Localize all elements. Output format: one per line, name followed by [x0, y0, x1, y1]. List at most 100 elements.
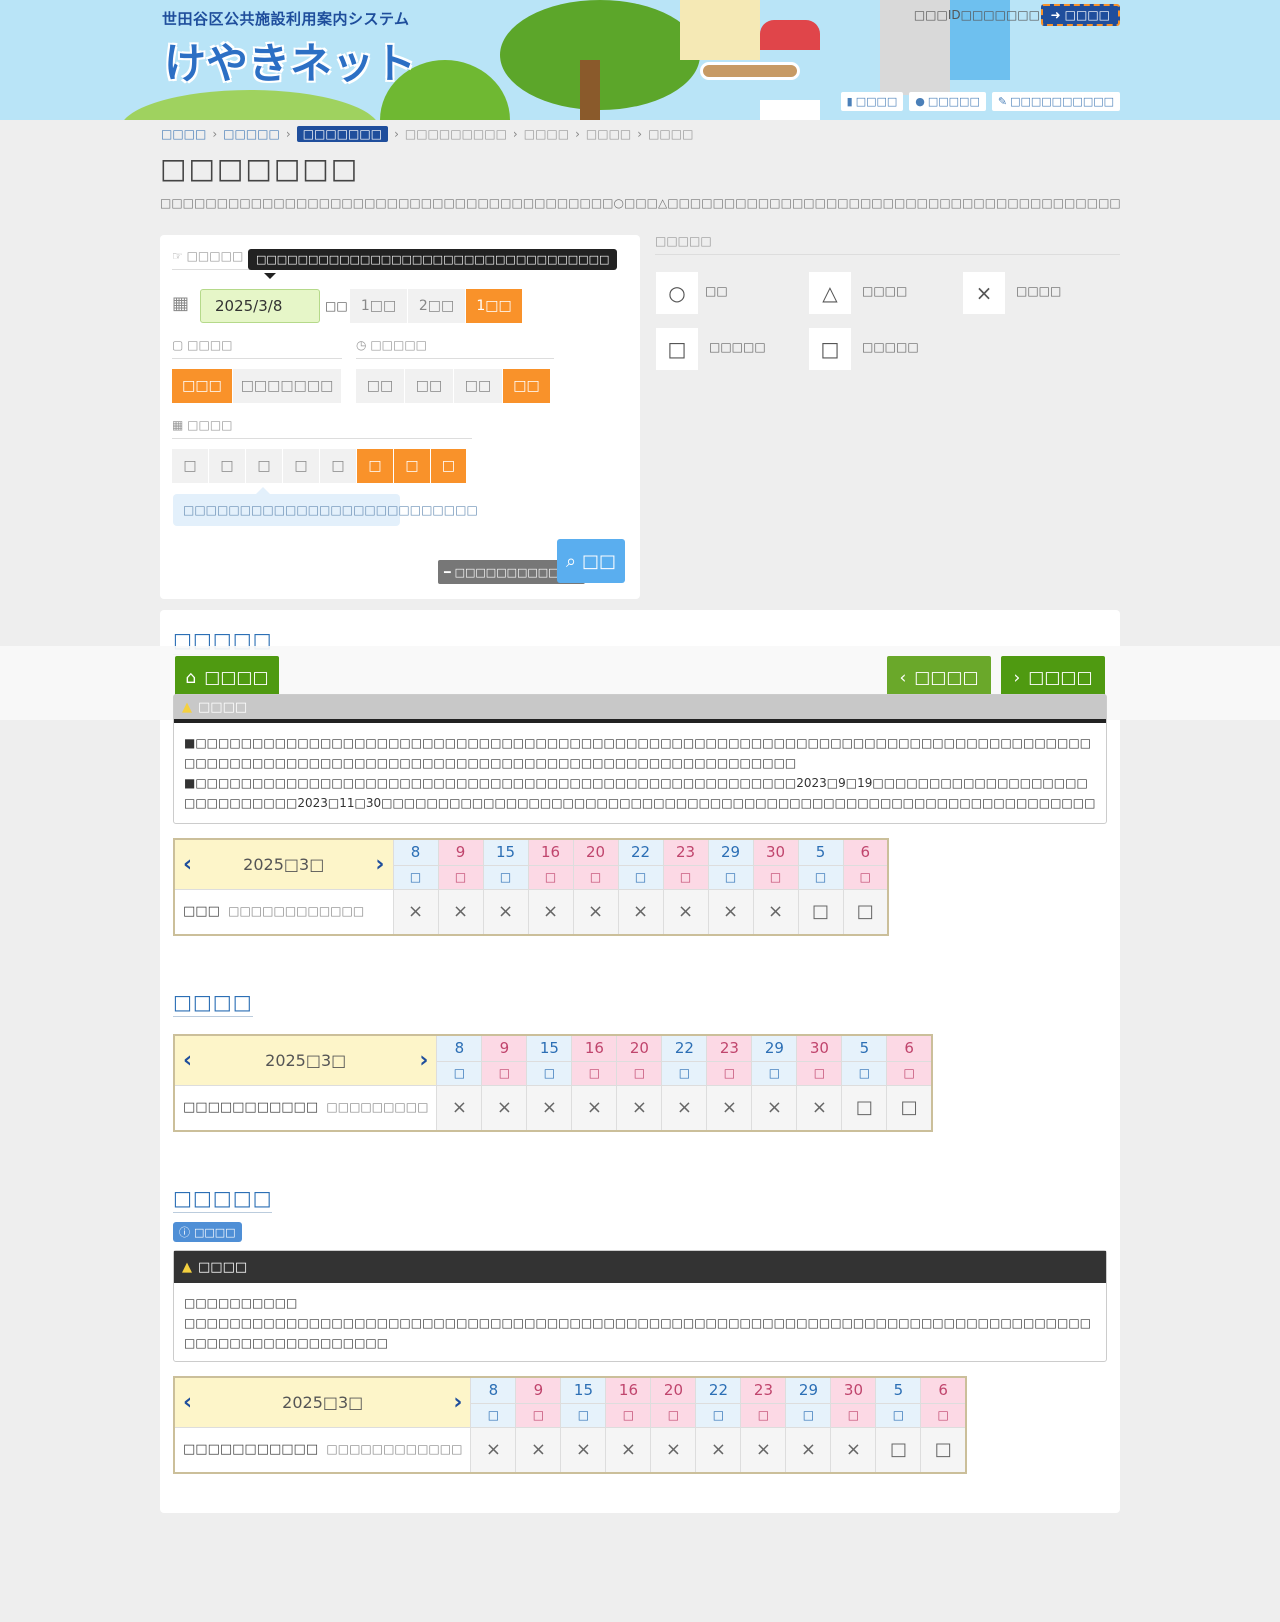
room-subtitle: □□□□□□□□□□□□ — [326, 1442, 463, 1457]
availability-cell[interactable]: × — [706, 1084, 753, 1132]
availability-cell[interactable]: × — [515, 1426, 562, 1474]
month-label: 2025□3□ — [243, 854, 325, 874]
availability-cell[interactable]: □ — [875, 1426, 922, 1474]
time-option-3[interactable]: □□ — [454, 369, 503, 403]
time-option-1[interactable]: □□ — [356, 369, 405, 403]
availability-cell[interactable]: □ — [886, 1084, 933, 1132]
availability-cell[interactable]: × — [650, 1426, 697, 1474]
availability-cell[interactable]: × — [830, 1426, 877, 1474]
availability-cell[interactable]: □ — [797, 888, 844, 936]
room-name-cell[interactable]: □□□ □□□□□□□□□□□□ — [173, 888, 394, 936]
month-label: 2025□3□ — [282, 1392, 364, 1412]
availability-cell[interactable]: × — [661, 1084, 708, 1132]
availability-cell[interactable]: × — [572, 888, 619, 936]
usage-section-label: □□□□ — [187, 338, 233, 352]
availability-cell[interactable]: × — [437, 888, 484, 936]
weekday-option-5[interactable]: □ — [320, 449, 357, 483]
availability-cell[interactable]: × — [616, 1084, 663, 1132]
availability-cell[interactable]: × — [436, 1084, 483, 1132]
chevron-left-icon[interactable]: ‹ — [183, 1048, 192, 1073]
tooltip: □□□□□□□□□□□□□□□□□□□□□□□□□□□□□□□□□□ — [248, 249, 618, 270]
availability-cell[interactable]: × — [740, 1426, 787, 1474]
period-option-2[interactable]: 2□□ — [408, 289, 466, 323]
availability-cell[interactable]: □ — [842, 888, 889, 936]
breadcrumb-item-home[interactable]: □□□□ — [161, 127, 206, 141]
availability-cell[interactable]: × — [526, 1084, 573, 1132]
period-option-1[interactable]: 1□□ — [350, 289, 408, 323]
calendar-small-icon: ▢ — [172, 338, 184, 352]
availability-cell[interactable]: □ — [920, 1426, 967, 1474]
facility-notice-1: ▲ □□□□ ■□□□□□□□□□□□□□□□□□□□□□□□□□□□□□□□□□… — [173, 694, 1107, 824]
chevron-right-icon[interactable]: › — [453, 1390, 462, 1415]
faq-link[interactable]: ● □□□□□ — [909, 92, 986, 111]
legend-available-label: □□ — [705, 284, 728, 298]
chevron-left-icon[interactable]: ‹ — [183, 1390, 192, 1415]
chevron-right-icon: › — [637, 127, 643, 141]
chevron-left-icon[interactable]: ‹ — [183, 852, 192, 877]
availability-cell[interactable]: × — [392, 888, 439, 936]
room-name-cell[interactable]: □□□□□□□□□□□ □□□□□□□□□□□□ — [173, 1426, 472, 1474]
period-toggle: 1□□ 2□□ 1□□ — [350, 289, 523, 323]
availability-cell[interactable]: × — [707, 888, 754, 936]
search-button[interactable]: ⌕ □□ — [557, 539, 625, 583]
availability-cell[interactable]: × — [605, 1426, 652, 1474]
availability-cell[interactable]: × — [481, 1084, 528, 1132]
time-option-4[interactable]: □□ — [503, 369, 551, 403]
weekday-option-1[interactable]: □ — [172, 449, 209, 483]
calendar-icon: ▦ — [172, 293, 190, 314]
weekday-header: □ — [662, 864, 709, 890]
facility-title-2[interactable]: □□□□ — [173, 990, 253, 1017]
day-header: 20 — [616, 1034, 663, 1062]
display-settings-link[interactable]: ✎ □□□□□□□□□□ — [991, 92, 1120, 111]
availability-cell[interactable]: × — [482, 888, 529, 936]
day-header: 16 — [605, 1376, 652, 1404]
weekday-option-3[interactable]: □ — [246, 449, 283, 483]
availability-cell[interactable]: × — [785, 1426, 832, 1474]
weekday-option-7[interactable]: □ — [394, 449, 431, 483]
manual-link[interactable]: ▮ □□□□ — [840, 92, 904, 111]
breadcrumb-item-6: □□□□ — [585, 127, 632, 141]
date-input[interactable]: 2025/3/8 — [200, 289, 320, 323]
weekday-header: □ — [617, 864, 664, 890]
weekday-option-4[interactable]: □ — [283, 449, 320, 483]
availability-cell[interactable]: × — [796, 1084, 843, 1132]
weekday-header: □ — [920, 1402, 967, 1428]
weekday-section-label: □□□□ — [187, 418, 233, 432]
availability-cell[interactable]: □ — [841, 1084, 888, 1132]
weekday-option-2[interactable]: □ — [209, 449, 246, 483]
chevron-right-icon: › — [512, 127, 518, 141]
availability-cell[interactable]: × — [527, 888, 574, 936]
weekday-header: □ — [830, 1402, 877, 1428]
site-logo[interactable]: けやきネット — [164, 30, 416, 91]
usage-option-1[interactable]: □□□ — [172, 369, 233, 403]
availability-cell[interactable]: × — [571, 1084, 618, 1132]
availability-cell[interactable]: × — [695, 1426, 742, 1474]
usage-option-2[interactable]: □□□□□□□ — [233, 369, 342, 403]
availability-cell[interactable]: × — [560, 1426, 607, 1474]
day-header: 20 — [572, 838, 619, 866]
chevron-right-icon[interactable]: › — [375, 852, 384, 877]
availability-cell[interactable]: × — [751, 1084, 798, 1132]
availability-cell[interactable]: × — [662, 888, 709, 936]
weekday-header: □ — [752, 864, 799, 890]
breadcrumb-item-2[interactable]: □□□□□ — [223, 127, 280, 141]
notice-header: ▲ □□□□ — [174, 695, 1106, 723]
weekday-option-6[interactable]: □ — [357, 449, 394, 483]
room-name-cell[interactable]: □□□□□□□□□□□ □□□□□□□□□ — [173, 1084, 438, 1132]
day-header: 20 — [650, 1376, 697, 1404]
day-header: 8 — [392, 838, 439, 866]
weekday-option-8[interactable]: □ — [431, 449, 467, 483]
facility-title-3[interactable]: □□□□□ — [173, 1186, 273, 1213]
availability-cell[interactable]: × — [470, 1426, 517, 1474]
facility-info-badge[interactable]: ⓘ □□□□ — [173, 1222, 242, 1242]
login-button-label: □□□□ — [1064, 8, 1110, 22]
chevron-right-icon: › — [285, 127, 291, 141]
chevron-right-icon[interactable]: › — [419, 1048, 428, 1073]
login-button[interactable]: ➜ □□□□ — [1040, 4, 1120, 26]
period-option-3[interactable]: 1□□ — [466, 289, 523, 323]
day-header: 22 — [617, 838, 664, 866]
notice-line-1: ■□□□□□□□□□□□□□□□□□□□□□□□□□□□□□□□□□□□□□□□… — [184, 736, 1092, 770]
availability-cell[interactable]: × — [752, 888, 799, 936]
time-option-2[interactable]: □□ — [405, 369, 454, 403]
availability-cell[interactable]: × — [617, 888, 664, 936]
